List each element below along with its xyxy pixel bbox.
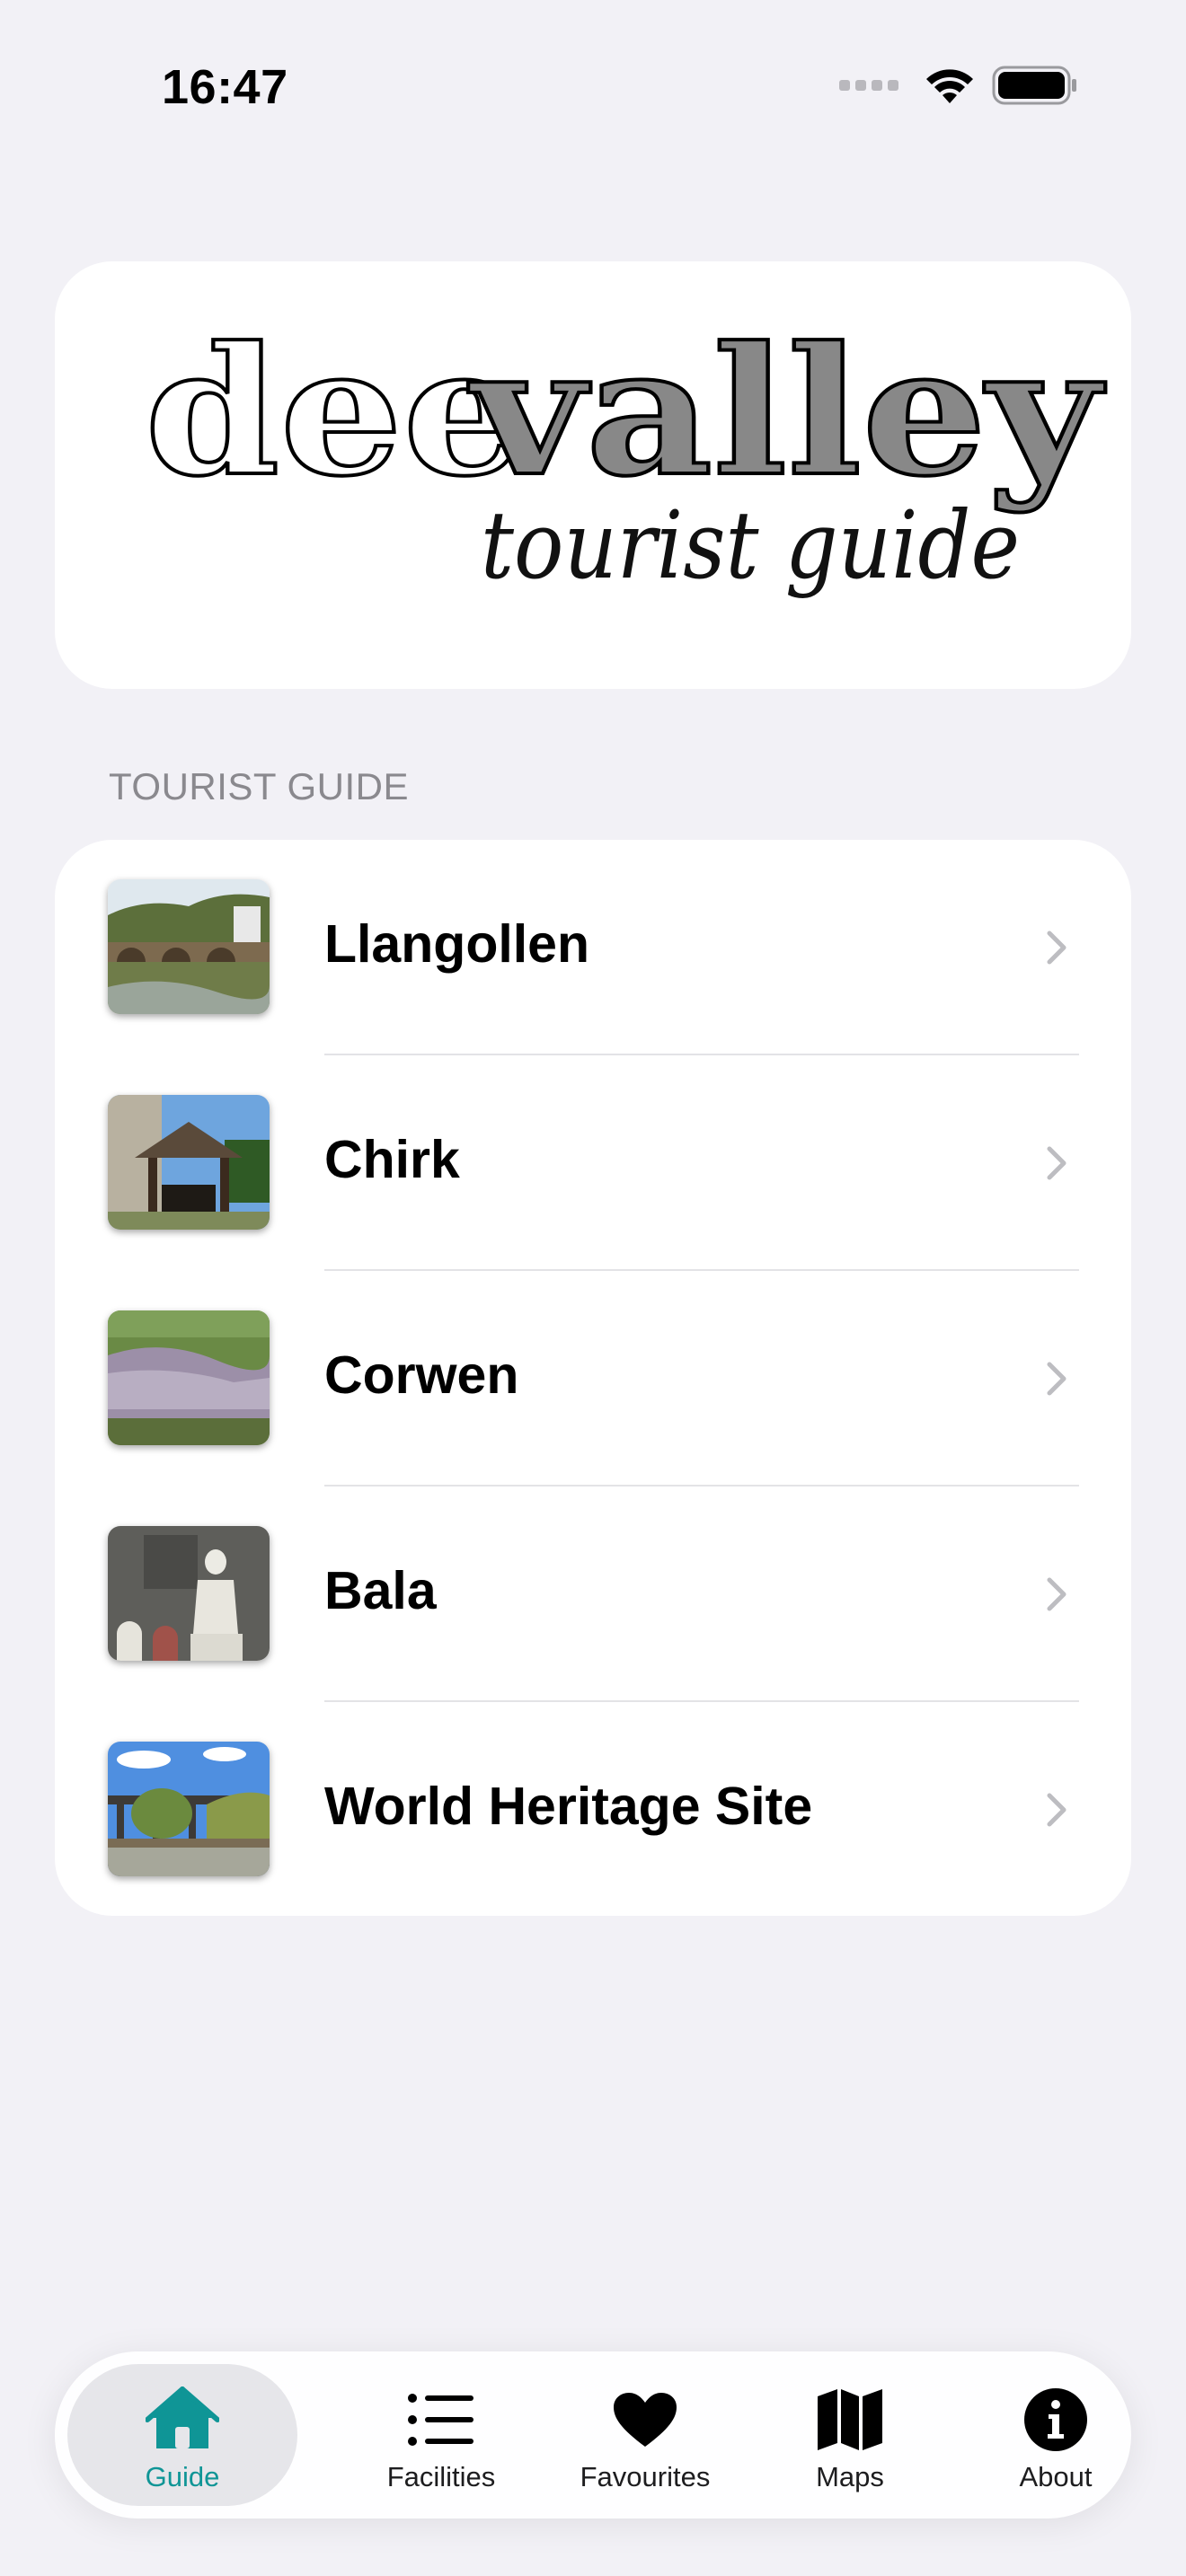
status-bar: 16:47 — [0, 0, 1186, 171]
status-time: 16:47 — [162, 60, 288, 114]
thumbnail-llangollen — [108, 879, 270, 1014]
tab-maps[interactable]: Maps — [735, 2364, 965, 2506]
logo-subtitle: tourist guide — [481, 490, 1020, 600]
logo-word-valley: valley — [468, 309, 1106, 516]
tab-favourites[interactable]: Favourites — [530, 2364, 760, 2506]
tab-label: Maps — [816, 2461, 884, 2492]
thumbnail-corwen — [108, 1310, 270, 1445]
list-item-label: Bala — [324, 1561, 437, 1620]
battery-icon — [992, 66, 1076, 105]
list-item-bala[interactable]: Bala — [55, 1486, 1131, 1702]
tab-label: Facilities — [386, 2461, 496, 2492]
list-item-chirk[interactable]: Chirk — [55, 1055, 1131, 1271]
chevron-right-icon — [1047, 1362, 1067, 1396]
list-item-label: Corwen — [324, 1345, 519, 1405]
info-icon — [1024, 2388, 1087, 2451]
thumbnail-chirk — [108, 1095, 270, 1230]
list-item-llangollen[interactable]: Llangollen — [55, 840, 1131, 1055]
tab-label: Favourites — [580, 2461, 711, 2492]
thumbnail-bala — [108, 1526, 270, 1661]
guide-list: Llangollen Chirk Corwen Bala World Herit… — [55, 840, 1131, 1916]
list-item-label: World Heritage Site — [324, 1777, 813, 1836]
cellular-signal-icon — [839, 80, 898, 91]
list-item-world-heritage-site[interactable]: World Heritage Site — [55, 1702, 1131, 1916]
logo-word-dee: dee — [145, 309, 526, 516]
tab-about[interactable]: About — [941, 2364, 1171, 2506]
list-item-label: Chirk — [324, 1130, 460, 1189]
status-icons — [839, 65, 1078, 106]
tab-label: About — [1019, 2461, 1093, 2492]
tab-facilities[interactable]: Facilities — [326, 2364, 556, 2506]
wifi-icon — [926, 69, 973, 103]
chevron-right-icon — [1047, 1793, 1067, 1827]
chevron-right-icon — [1047, 1577, 1067, 1611]
list-item-label: Llangollen — [324, 914, 589, 974]
tab-bar: Guide Facilities Favourites Maps About — [55, 2351, 1131, 2519]
chevron-right-icon — [1047, 931, 1067, 965]
heart-icon — [614, 2393, 677, 2447]
thumbnail-world-heritage-site — [108, 1742, 270, 1876]
section-header: TOURIST GUIDE — [109, 765, 409, 807]
tab-guide[interactable]: Guide — [67, 2364, 297, 2506]
map-icon — [818, 2389, 882, 2450]
house-icon — [146, 2386, 219, 2448]
logo-card: dee valley tourist guide — [55, 261, 1131, 689]
tab-label: Guide — [145, 2461, 220, 2492]
chevron-right-icon — [1047, 1146, 1067, 1180]
list-icon — [408, 2394, 474, 2446]
list-item-corwen[interactable]: Corwen — [55, 1271, 1131, 1486]
dee-valley-logo: dee valley tourist guide — [143, 307, 1108, 600]
